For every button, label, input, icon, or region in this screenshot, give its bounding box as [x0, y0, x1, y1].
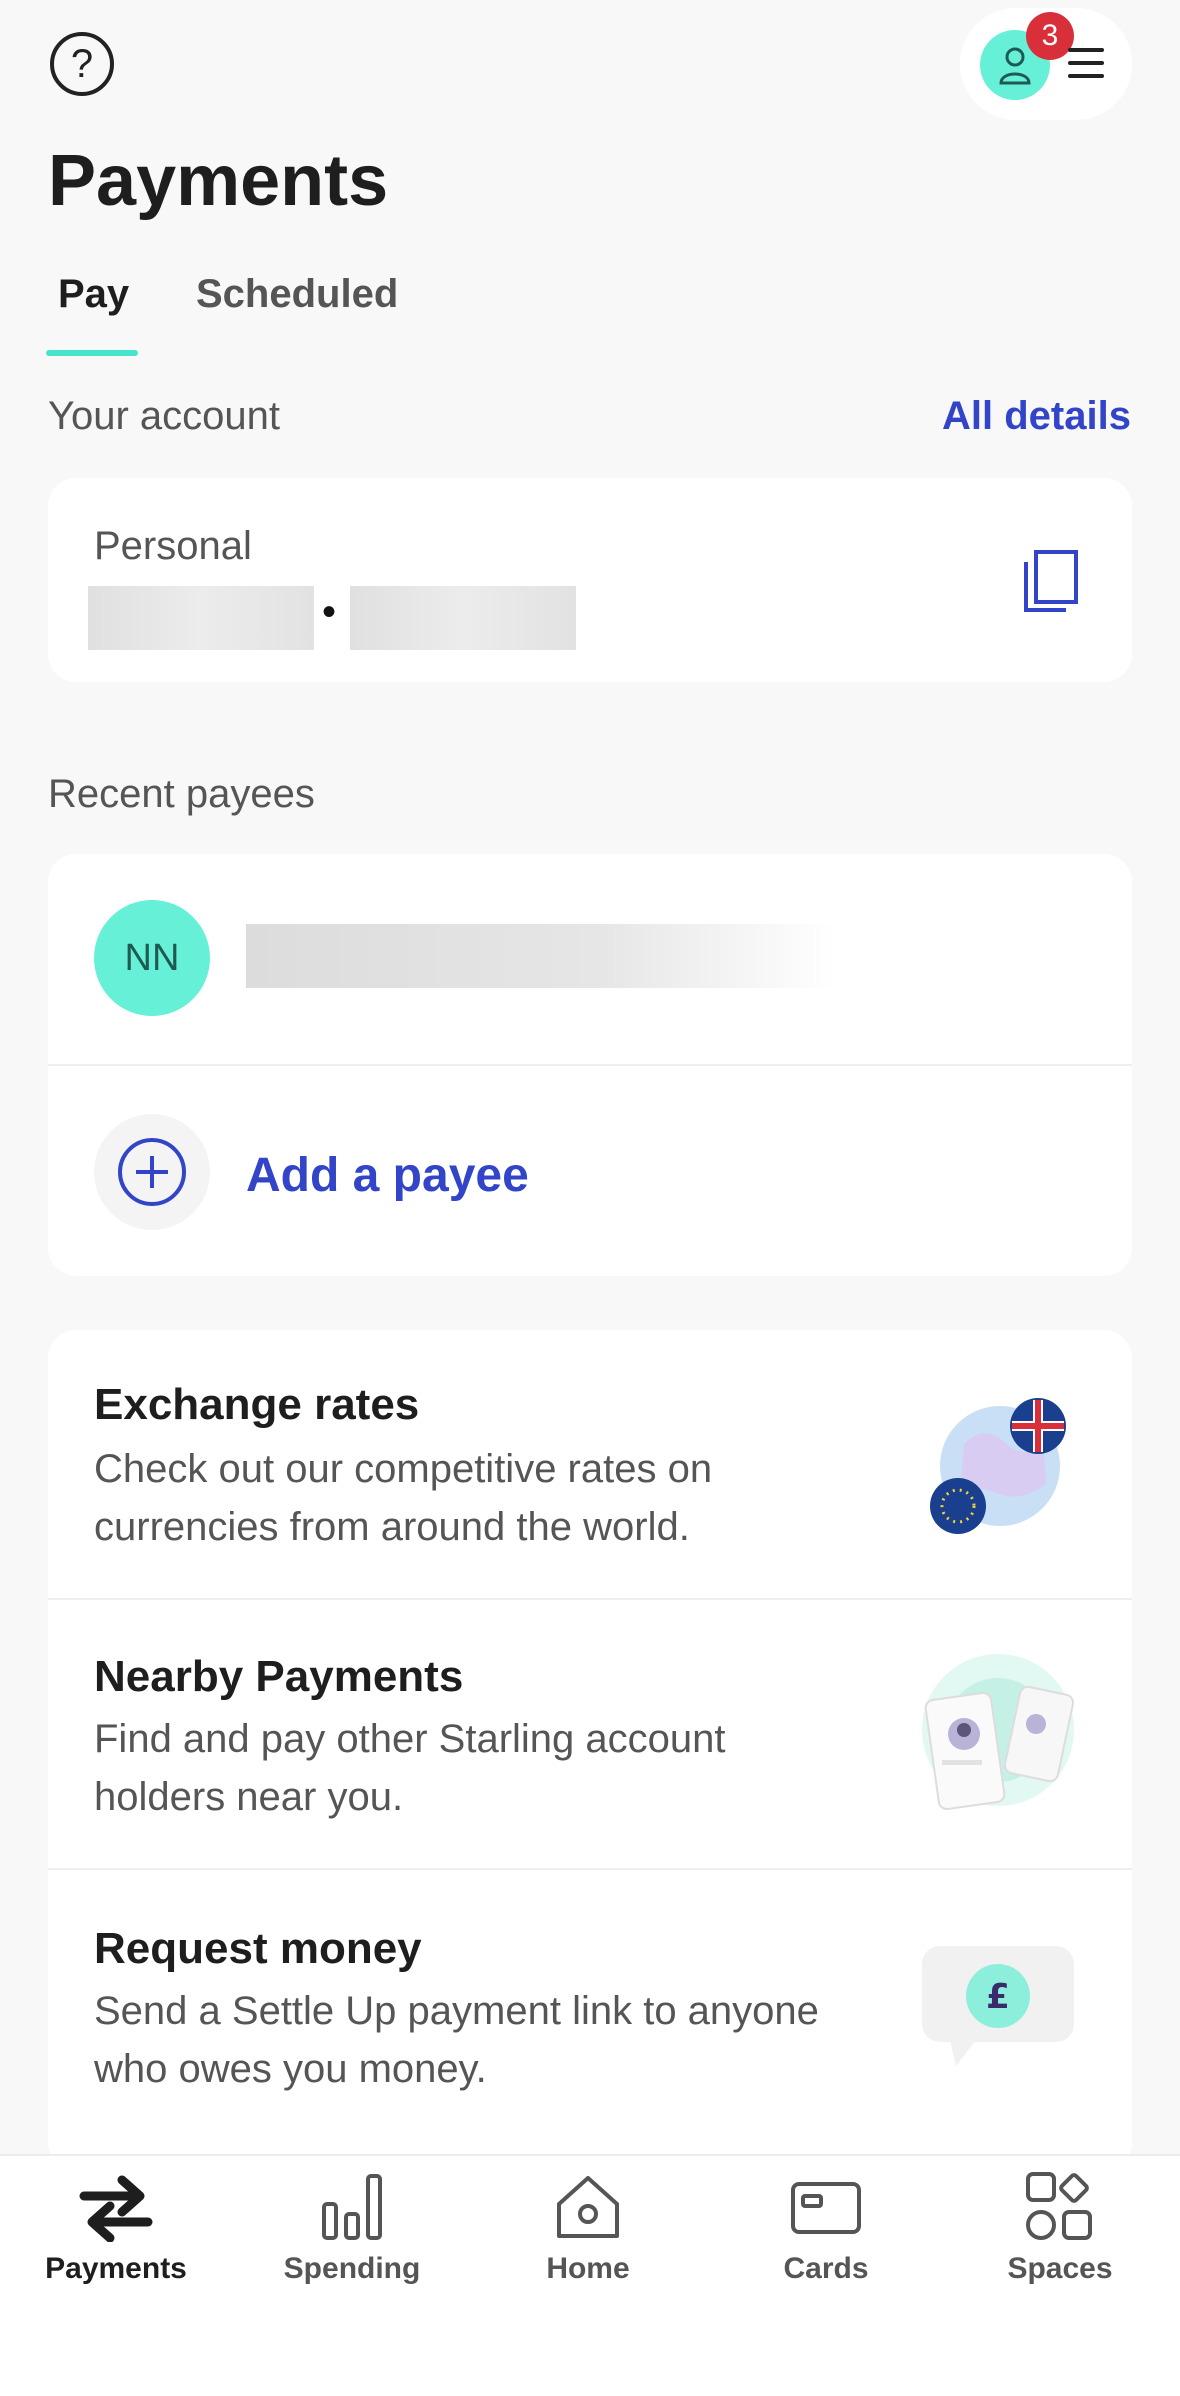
- nav-payments[interactable]: Payments: [16, 2170, 216, 2310]
- spaces-icon: [1026, 2172, 1092, 2240]
- nav-cards[interactable]: Cards: [726, 2170, 926, 2310]
- nav-spaces[interactable]: Spaces: [960, 2170, 1160, 2310]
- account-separator: •: [322, 590, 337, 634]
- payee-avatar[interactable]: NN: [94, 900, 210, 1016]
- promo-divider-1: [48, 1598, 1132, 1600]
- nav-spending[interactable]: Spending: [252, 2170, 452, 2310]
- request-money-description: Send a Settle Up payment link to anyone …: [94, 1989, 819, 2091]
- nav-spending-label: Spending: [283, 2252, 421, 2285]
- help-icon[interactable]: ?: [50, 32, 114, 96]
- nav-cards-label: Cards: [783, 2252, 869, 2285]
- payments-arrows-icon: [79, 2175, 153, 2242]
- home-icon: [557, 2176, 619, 2238]
- recent-payees-label: Recent payees: [48, 772, 315, 816]
- bar-chart-icon: [322, 2174, 382, 2240]
- request-money-title[interactable]: Request money: [94, 1924, 422, 1974]
- nearby-phones-icon: [920, 1650, 1076, 1820]
- page-title: Payments: [48, 141, 389, 221]
- svg-text:£: £: [986, 1977, 1010, 2017]
- plus-circle-icon: [118, 1138, 186, 1206]
- nav-spaces-label: Spaces: [1007, 2252, 1113, 2285]
- copy-icon[interactable]: [1020, 548, 1080, 614]
- nav-home-label: Home: [546, 2252, 630, 2285]
- tab-pay[interactable]: Pay: [58, 272, 129, 317]
- exchange-rates-description: Check out our competitive rates on curre…: [94, 1447, 713, 1549]
- nav-home[interactable]: Home: [488, 2170, 688, 2310]
- all-details-link[interactable]: All details: [942, 394, 1131, 439]
- person-icon: [999, 47, 1031, 85]
- payee-divider: [48, 1064, 1132, 1066]
- notification-badge: 3: [1026, 12, 1074, 60]
- nearby-payments-title[interactable]: Nearby Payments: [94, 1652, 463, 1702]
- account-card[interactable]: [48, 478, 1132, 682]
- help-icon-glyph: ?: [70, 41, 94, 86]
- exchange-rates-title[interactable]: Exchange rates: [94, 1380, 419, 1430]
- payee-initials: NN: [124, 936, 180, 979]
- card-icon: [791, 2182, 861, 2234]
- pound-bubble-icon: £: [920, 1944, 1076, 2068]
- active-tab-indicator: [46, 350, 138, 356]
- add-payee-label[interactable]: Add a payee: [246, 1148, 529, 1203]
- globe-flags-icon: [924, 1394, 1074, 1534]
- redacted-payee-name[interactable]: [246, 924, 836, 988]
- promo-divider-2: [48, 1868, 1132, 1870]
- redacted-sort-code: [88, 586, 314, 650]
- account-name: Personal: [94, 524, 252, 568]
- nearby-payments-description: Find and pay other Starling account hold…: [94, 1717, 726, 1819]
- nav-payments-label: Payments: [45, 2252, 187, 2285]
- tab-scheduled[interactable]: Scheduled: [196, 272, 398, 317]
- your-account-label: Your account: [48, 394, 281, 438]
- redacted-account-number: [350, 586, 576, 650]
- hamburger-menu-icon[interactable]: [1068, 48, 1104, 78]
- add-payee-button[interactable]: [94, 1114, 210, 1230]
